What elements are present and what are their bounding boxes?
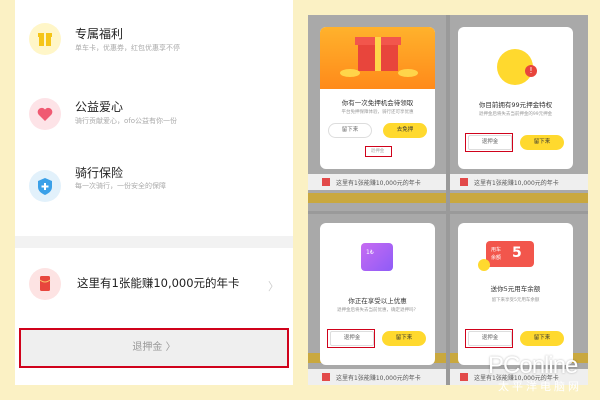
watermark-subtitle: 太平洋电脑网 [498, 380, 582, 393]
refund-deposit-button[interactable]: 退押金 〉 [19, 328, 289, 368]
grid-divider-vertical [446, 15, 450, 385]
dialog-description: 退押金后将失去当前优惠，确定退押吗？ [337, 308, 418, 313]
highlight-box [465, 329, 513, 348]
stay-button[interactable]: 留下来 [520, 135, 564, 150]
red-envelope-icon [29, 268, 61, 300]
feature-insurance[interactable]: 骑行保险 每一次骑行，一份安全的保障 [15, 150, 293, 220]
feature-title: 专属福利 [75, 27, 124, 41]
strip-text: 这里有1张能赚10,000元的年卡 [474, 180, 559, 187]
shield-icon [29, 170, 61, 202]
free-deposit-button[interactable]: 去免押 [383, 123, 427, 138]
feature-subtitle: 骑行贡献爱心，ofo公益有你一份 [75, 117, 178, 125]
chevron-right-icon: 〉 [165, 342, 176, 353]
background-promo-strip: 这里有1张能赚10,000元的年卡 [450, 174, 588, 190]
stay-button[interactable]: 留下来 [382, 331, 426, 346]
feature-charity[interactable]: 公益爱心 骑行贡献爱心，ofo公益有你一份 [15, 80, 293, 150]
feature-subtitle: 单车卡，优惠券，红包优惠享不停 [75, 44, 180, 52]
dialog-description: 留下来享受5元用车余额 [491, 298, 540, 303]
feature-title: 骑行保险 [75, 166, 124, 180]
annual-card-promo[interactable]: 这里有1张能赚10,000元的年卡 〉 [15, 248, 293, 320]
highlight-box [327, 329, 375, 348]
coin-icon [478, 259, 490, 271]
refund-dialog-collage: 这里有1张能赚10,000元的年卡 这里有1张能赚10,000元的年卡 这里有1… [308, 15, 588, 385]
stay-button[interactable]: 留下来 [520, 331, 564, 346]
coin-icon: ! [497, 49, 537, 85]
section-divider [15, 236, 293, 248]
refund-deposit-label: 退押金 [132, 342, 163, 353]
red-envelope-icon [322, 178, 330, 186]
grid-divider-horizontal [308, 211, 588, 214]
dialog-title: 你正在享受以上优惠 [348, 297, 407, 305]
dialog-description: 平台免押保障体验，骑行还可享优惠 [341, 110, 414, 115]
feature-title: 公益爱心 [75, 100, 124, 114]
red-envelope-icon [322, 373, 330, 381]
dialog-title: 送你5元用车余额 [490, 285, 541, 293]
stay-button[interactable]: 留下来 [328, 123, 372, 138]
red-envelope-icon [460, 373, 468, 381]
heart-icon [29, 98, 61, 130]
balance-card-icon: 用车 余额 5 [486, 241, 534, 267]
dialog-description: 退押金后将失去当前押金的99元押金 [478, 112, 553, 117]
chevron-right-icon: 〉 [268, 280, 279, 293]
strip-text: 这里有1张能赚10,000元的年卡 [336, 375, 421, 382]
promo-text: 这里有1张能赚10,000元的年卡 [77, 276, 240, 290]
red-envelope-icon [460, 178, 468, 186]
gift-icon [29, 23, 61, 55]
highlight-box [365, 146, 392, 157]
coupon-card-icon: 1₺ [361, 243, 393, 271]
red-gift-box-image [320, 27, 435, 89]
ofo-profile-screen: 专属福利 单车卡，优惠券，红包优惠享不停 公益爱心 骑行贡献爱心，ofo公益有你… [15, 0, 293, 385]
strip-text: 这里有1张能赚10,000元的年卡 [336, 180, 421, 187]
highlight-box [465, 133, 513, 152]
feature-subtitle: 每一次骑行，一份安全的保障 [75, 182, 166, 190]
dialog-title: 你有一次免押机会待领取 [341, 99, 414, 107]
feature-welfare[interactable]: 专属福利 单车卡，优惠券，红包优惠享不停 [15, 5, 293, 75]
watermark-brand: PConline [488, 352, 578, 379]
dialog-title: 你目前拥有99元押金特权 [478, 101, 553, 109]
